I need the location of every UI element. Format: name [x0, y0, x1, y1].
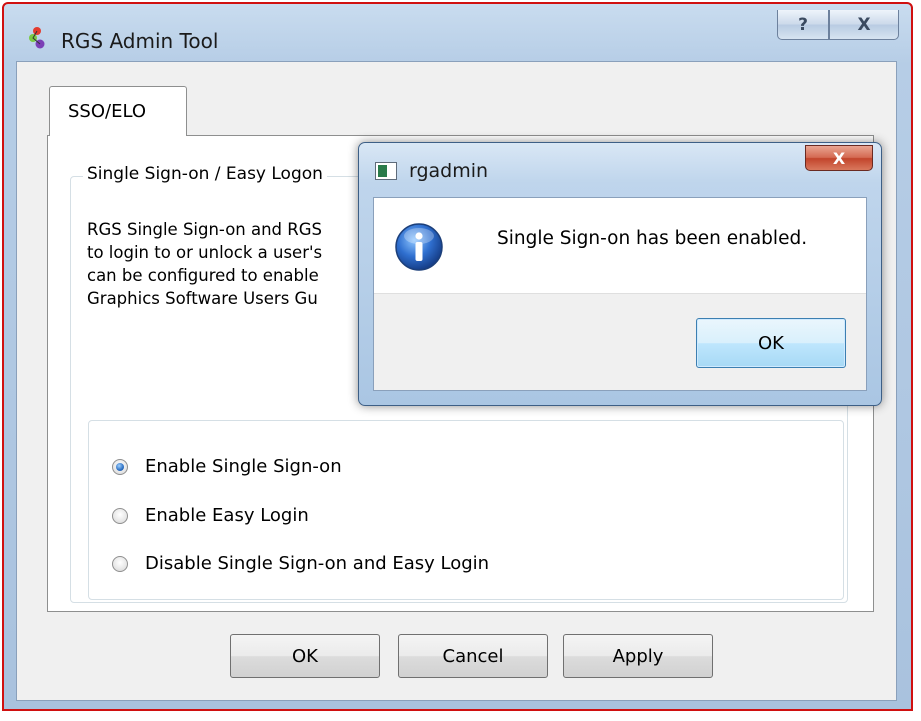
message-dialog: rgadmin X Single Sign-on has been enable… [358, 142, 882, 406]
dialog-title: rgadmin [409, 160, 489, 182]
window-title: RGS Admin Tool [61, 29, 219, 53]
title-bar[interactable]: RGS Admin Tool ? X [4, 4, 911, 60]
option-enable-sso[interactable]: Enable Single Sign-on [112, 456, 342, 477]
group-title: Single Sign-on / Easy Logon [83, 164, 327, 184]
info-icon [395, 223, 443, 271]
ok-button[interactable]: OK [230, 634, 380, 678]
dialog-body: Single Sign-on has been enabled. OK [373, 197, 867, 391]
radio-button[interactable] [112, 507, 128, 524]
radio-button-checked[interactable] [112, 458, 128, 475]
apply-button[interactable]: Apply [563, 634, 713, 678]
close-button[interactable]: X [829, 10, 899, 40]
option-label: Disable Single Sign-on and Easy Login [145, 553, 490, 574]
help-button[interactable]: ? [777, 10, 829, 40]
options-box: Enable Single Sign-on Enable Easy Login … [88, 420, 844, 600]
tab-sso-elo[interactable]: SSO/ELO [49, 86, 187, 136]
app-icon [29, 27, 45, 49]
option-disable-both[interactable]: Disable Single Sign-on and Easy Login [112, 553, 489, 574]
radio-button[interactable] [112, 555, 128, 572]
window-icon [375, 162, 397, 180]
dialog-close-button[interactable]: X [805, 145, 873, 171]
tab-label: SSO/ELO [68, 101, 147, 122]
dialog-message: Single Sign-on has been enabled. [497, 228, 808, 249]
option-label: Enable Single Sign-on [145, 456, 342, 477]
option-label: Enable Easy Login [145, 505, 309, 526]
dialog-ok-button[interactable]: OK [696, 318, 846, 368]
cancel-button[interactable]: Cancel [398, 634, 548, 678]
option-enable-easy-login[interactable]: Enable Easy Login [112, 505, 309, 526]
